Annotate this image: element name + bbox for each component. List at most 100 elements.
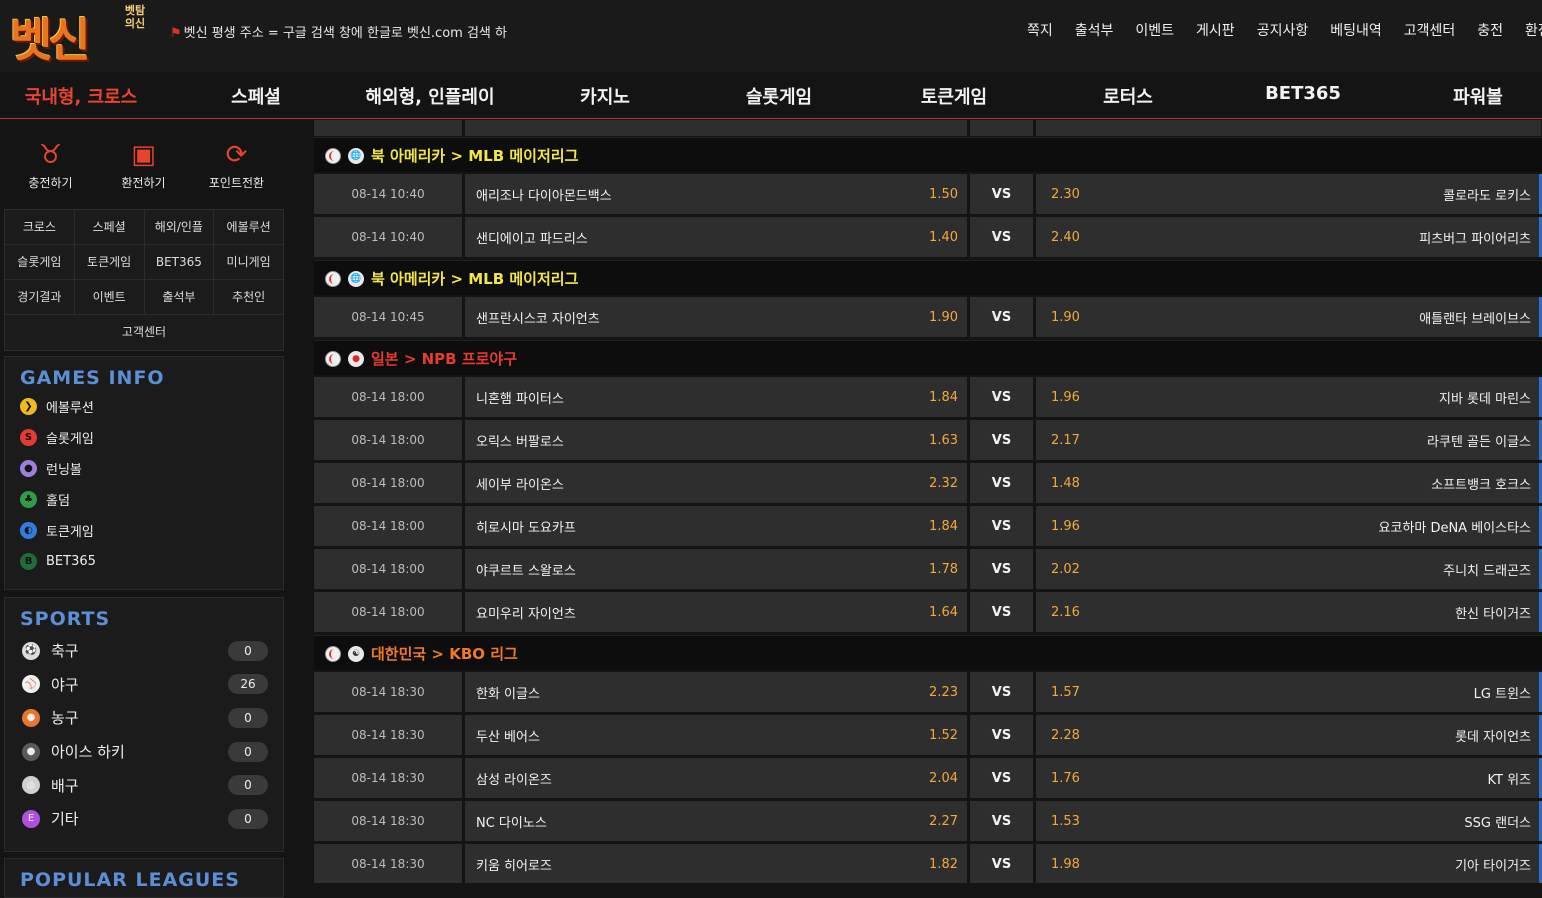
games-info-item[interactable]: S 슬롯게임 — [5, 422, 283, 453]
main-nav-item[interactable]: 스페셜 — [231, 83, 281, 109]
away-bet-cell[interactable]: 2.30 콜로라도 로키스 — [1036, 174, 1541, 214]
baseball-icon: ⚾ — [22, 675, 40, 694]
away-bet-cell[interactable]: 2.28 롯데 자이언츠 — [1036, 715, 1541, 755]
top-menu-item[interactable]: 베팅내역 — [1319, 20, 1393, 40]
main-nav-item[interactable]: 파워볼 — [1453, 83, 1503, 109]
games-info-item[interactable]: ◐ 토큰게임 — [5, 515, 283, 546]
main-nav-item[interactable]: 토큰게임 — [921, 83, 987, 109]
away-team: 기아 타이거즈 — [1455, 858, 1531, 874]
draw-cell[interactable]: VS — [970, 844, 1033, 883]
away-bet-cell[interactable]: 2.02 주니치 드래곤즈 — [1036, 549, 1541, 589]
away-bet-cell[interactable]: 1.90 애틀랜타 브레이브스 — [1036, 297, 1541, 337]
games-info-item[interactable]: ❯ 에볼루션 — [5, 391, 283, 422]
quick-action-2[interactable]: ⟳ 포인트전환 — [190, 138, 283, 191]
league-header[interactable]: 🌐 북 아메리카 > MLB 메이저리그 — [314, 137, 1542, 172]
away-odds: 1.96 — [1051, 518, 1080, 534]
home-bet-cell[interactable]: 요미우리 자이언츠 1.64 — [465, 592, 967, 632]
grid-menu-item[interactable]: 해외/인플 — [144, 210, 215, 245]
home-bet-cell[interactable]: 두산 베어스 1.52 — [465, 715, 967, 755]
draw-cell[interactable]: VS — [970, 217, 1033, 257]
away-bet-cell[interactable]: 1.98 기아 타이거즈 — [1036, 844, 1541, 883]
grid-menu-item[interactable]: 추천인 — [214, 280, 283, 315]
draw-cell[interactable]: VS — [970, 592, 1033, 632]
main-nav-item[interactable]: 카지노 — [580, 83, 630, 109]
quick-action-1[interactable]: ▣ 환전하기 — [97, 138, 190, 191]
main-nav-item[interactable]: 로터스 — [1103, 83, 1153, 109]
draw-cell[interactable]: VS — [970, 463, 1033, 503]
draw-cell[interactable]: VS — [970, 549, 1033, 589]
league-header[interactable]: ☯ 대한민국 > KBO 리그 — [314, 635, 1542, 670]
draw-cell[interactable]: VS — [970, 801, 1033, 841]
home-bet-cell[interactable]: 애리조나 다이아몬드백스 1.50 — [465, 174, 967, 214]
grid-menu-item[interactable]: BET365 — [144, 245, 215, 280]
grid-menu-item[interactable]: 크로스 — [5, 210, 75, 245]
site-logo[interactable]: 벳신 벳탐의신 — [6, 2, 156, 67]
draw-cell[interactable]: VS — [970, 297, 1033, 337]
draw-cell[interactable]: VS — [970, 758, 1033, 798]
draw-cell[interactable]: VS — [970, 715, 1033, 755]
sport-item[interactable]: ⚾ 야구 26 — [5, 668, 283, 702]
away-bet-cell[interactable]: 1.48 소프트뱅크 호크스 — [1036, 463, 1541, 503]
games-info-item[interactable]: ♣ 홀덤 — [5, 484, 283, 515]
games-info-item[interactable]: ● 런닝볼 — [5, 453, 283, 484]
away-team: 콜로라도 로키스 — [1443, 188, 1531, 204]
grid-menu-item[interactable]: 슬롯게임 — [5, 245, 75, 280]
sport-item[interactable]: ● 아이스 하키 0 — [5, 735, 283, 769]
top-menu-item[interactable]: 고객센터 — [1393, 20, 1467, 40]
home-bet-cell[interactable]: 샌디에이고 파드리스 1.40 — [465, 217, 967, 257]
top-menu-item[interactable]: 공지사항 — [1246, 20, 1320, 40]
grid-menu-item[interactable]: 스페셜 — [74, 210, 145, 245]
draw-cell[interactable]: VS — [970, 420, 1033, 460]
quick-action-0[interactable]: ♉ 충전하기 — [4, 138, 97, 191]
home-bet-cell[interactable]: 야쿠르트 스왈로스 1.78 — [465, 549, 967, 589]
main-nav-item[interactable]: 해외형, 인플레이 — [365, 83, 494, 109]
grid-menu-item[interactable]: 출석부 — [144, 280, 215, 315]
grid-menu-item[interactable]: 경기결과 — [5, 280, 75, 315]
top-menu-item[interactable]: 쪽지 — [1016, 20, 1064, 40]
away-bet-cell[interactable]: 1.53 SSG 랜더스 — [1036, 801, 1541, 841]
grid-menu-item[interactable]: 토큰게임 — [74, 245, 145, 280]
away-odds: 1.98 — [1051, 856, 1080, 872]
away-bet-cell[interactable]: 2.40 피츠버그 파이어리츠 — [1036, 217, 1541, 257]
home-bet-cell[interactable]: 니혼햄 파이터스 1.84 — [465, 377, 967, 417]
draw-cell[interactable]: VS — [970, 672, 1033, 712]
sport-item[interactable]: ◍ 배구 0 — [5, 768, 283, 802]
home-bet-cell[interactable]: 세이부 라이온스 2.32 — [465, 463, 967, 503]
away-bet-cell[interactable]: 2.17 라쿠텐 골든 이글스 — [1036, 420, 1541, 460]
away-bet-cell[interactable]: 1.96 지바 롯데 마린스 — [1036, 377, 1541, 417]
top-menu-item[interactable]: 충전 — [1466, 20, 1514, 40]
table-row: 08-14 10:40 애리조나 다이아몬드백스 1.50 VS 2.30 콜로라도 로키… — [314, 174, 1542, 214]
sport-item[interactable]: E 기타 0 — [5, 802, 283, 836]
draw-cell[interactable]: VS — [970, 377, 1033, 417]
league-header[interactable]: ● 일본 > NPB 프로야구 — [314, 340, 1542, 375]
sport-item[interactable]: ⚽ 축구 0 — [5, 634, 283, 668]
away-bet-cell[interactable]: 1.96 요코하마 DeNA 베이스타스 — [1036, 506, 1541, 546]
away-bet-cell[interactable]: 2.16 한신 타이거즈 — [1036, 592, 1541, 632]
grid-menu-item[interactable]: 에볼루션 — [214, 210, 283, 245]
away-bet-cell[interactable]: 1.57 LG 트윈스 — [1036, 672, 1541, 712]
home-bet-cell[interactable]: 샌프란시스코 자이언츠 1.90 — [465, 297, 967, 337]
grid-menu-item[interactable]: 이벤트 — [74, 280, 145, 315]
main-nav-item[interactable]: BET365 — [1265, 83, 1341, 104]
home-bet-cell[interactable]: 오릭스 버팔로스 1.63 — [465, 420, 967, 460]
home-team: 히로시마 도요카프 — [476, 520, 576, 536]
main-nav-item[interactable]: 슬롯게임 — [746, 83, 812, 109]
draw-cell[interactable]: VS — [970, 174, 1033, 214]
top-menu-item[interactable]: 환전 — [1514, 20, 1542, 40]
home-bet-cell[interactable]: 삼성 라이온즈 2.04 — [465, 758, 967, 798]
league-header[interactable]: 🌐 북 아메리카 > MLB 메이저리그 — [314, 260, 1542, 295]
draw-cell[interactable]: VS — [970, 506, 1033, 546]
top-menu-item[interactable]: 게시판 — [1185, 20, 1246, 40]
grid-menu-item[interactable]: 미니게임 — [214, 245, 283, 280]
home-bet-cell[interactable]: 한화 이글스 2.23 — [465, 672, 967, 712]
top-menu-item[interactable]: 이벤트 — [1124, 20, 1185, 40]
sport-item[interactable]: ● 농구 0 — [5, 701, 283, 735]
games-info-item[interactable]: B BET365 — [5, 546, 283, 577]
away-bet-cell[interactable]: 1.76 KT 위즈 — [1036, 758, 1541, 798]
home-bet-cell[interactable]: NC 다이노스 2.27 — [465, 801, 967, 841]
home-bet-cell[interactable]: 키움 히어로즈 1.82 — [465, 844, 967, 883]
top-menu-item[interactable]: 출석부 — [1064, 20, 1125, 40]
grid-menu-item[interactable]: 고객센터 — [5, 315, 283, 350]
main-nav-item[interactable]: 국내형, 크로스 — [25, 83, 137, 109]
home-bet-cell[interactable]: 히로시마 도요카프 1.84 — [465, 506, 967, 546]
